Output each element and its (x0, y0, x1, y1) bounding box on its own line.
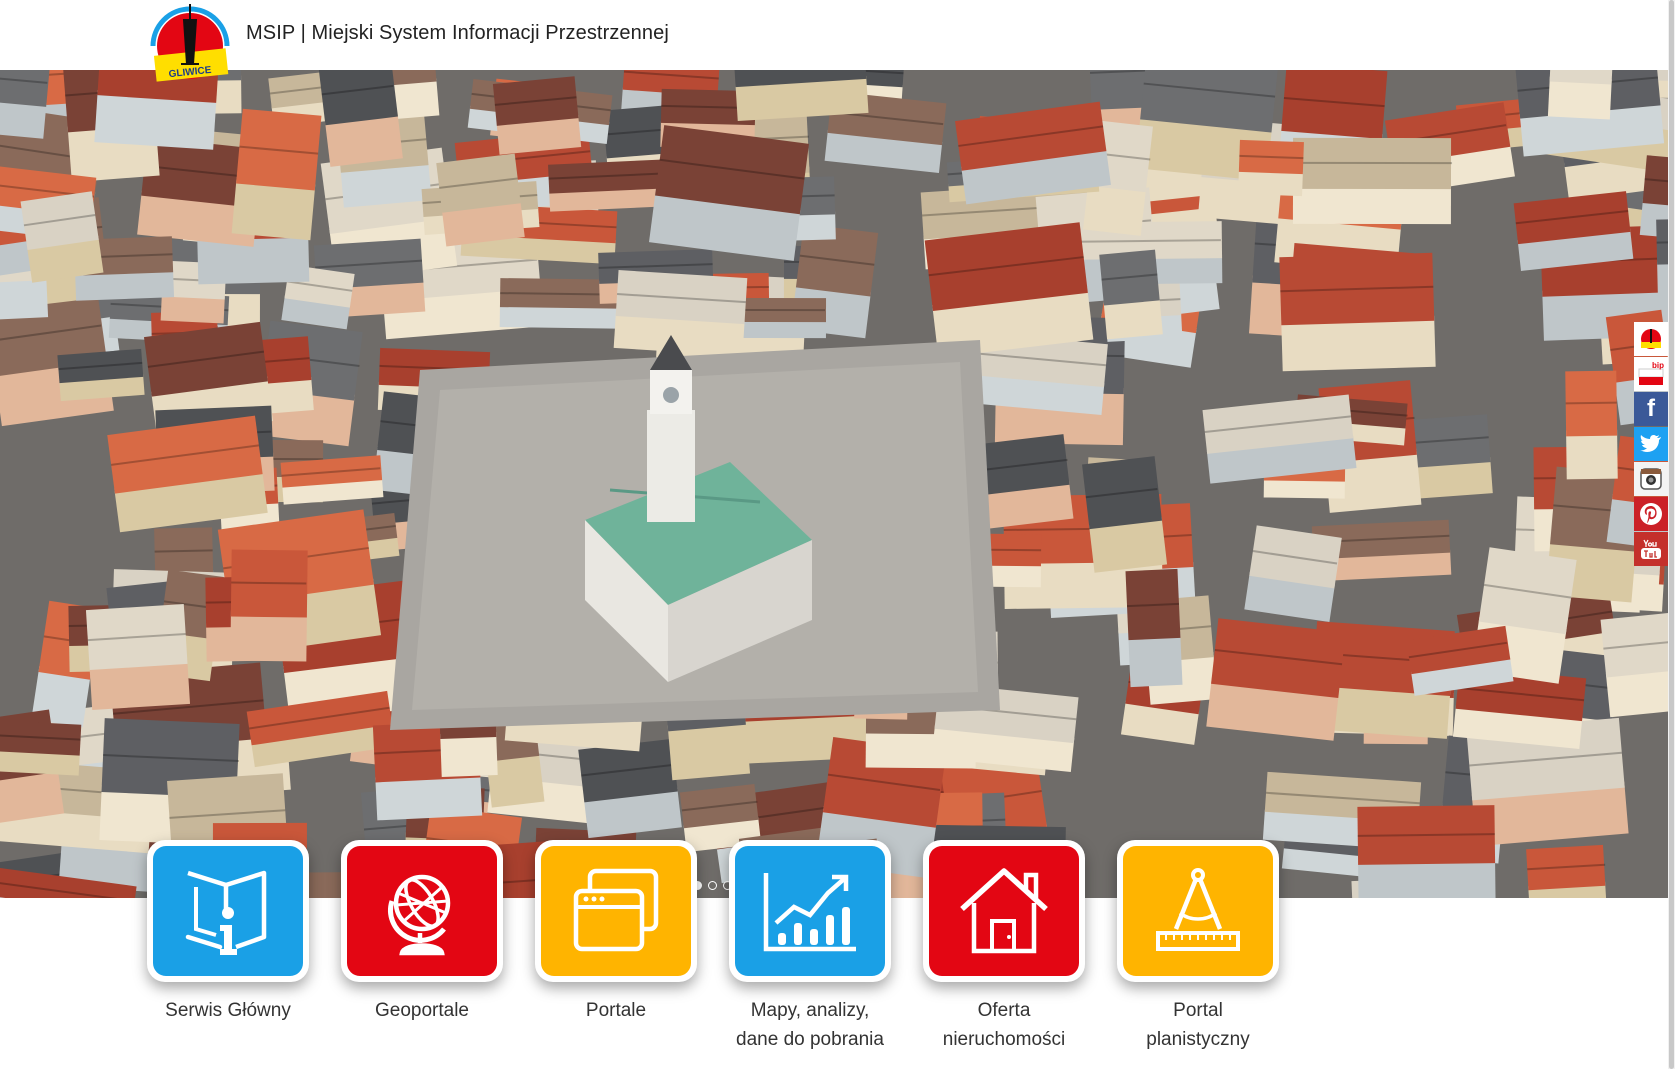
tile-portale-label[interactable]: Portale (535, 996, 697, 1025)
bip-icon: bip (1638, 361, 1664, 385)
info-book-icon (185, 870, 267, 955)
service-tiles: Serwis Główny Geoportale Portale Mapy, a… (147, 840, 1287, 1060)
page-scrollbar[interactable] (1668, 0, 1675, 1069)
social-bip[interactable]: bip (1634, 357, 1668, 391)
tile-mapy-analizy[interactable]: Mapy, analizy, dane do pobrania (729, 840, 891, 1054)
youtube-icon (1641, 539, 1661, 559)
hero-image (0, 70, 1668, 898)
chart-icon (763, 873, 856, 952)
tile-oferta-nieruchomosci[interactable]: Oferta nieruchomości (923, 840, 1085, 1054)
tile-serwis-glowny[interactable]: Serwis Główny (147, 840, 309, 1025)
social-facebook[interactable]: f (1634, 392, 1668, 426)
tile-portal-planistyczny[interactable]: Portal planistyczny (1117, 840, 1279, 1054)
site-title[interactable]: MSIP | Miejski System Informacji Przestr… (246, 22, 669, 45)
tile-oferta-nieruchomosci-box[interactable] (923, 840, 1085, 982)
tile-serwis-glowny-box[interactable] (147, 840, 309, 982)
svg-text:bip: bip (1652, 361, 1664, 370)
header: MSIP | Miejski System Informacji Przestr… (0, 0, 1675, 70)
tile-portal-planistyczny-label[interactable]: Portal (1117, 996, 1279, 1025)
tile-oferta-label[interactable]: Oferta (923, 996, 1085, 1025)
scrollbar-thumb[interactable] (1669, 0, 1674, 1069)
instagram-icon (1640, 468, 1662, 490)
social-twitter[interactable] (1634, 427, 1668, 461)
facebook-icon: f (1647, 395, 1655, 422)
social-instagram[interactable] (1634, 462, 1668, 496)
tile-serwis-glowny-label[interactable]: Serwis Główny (147, 996, 309, 1025)
windows-icon (573, 868, 659, 952)
tile-portale[interactable]: Portale (535, 840, 697, 1025)
social-gliwice[interactable] (1634, 322, 1668, 356)
twitter-icon (1640, 435, 1661, 452)
pinterest-icon (1640, 503, 1662, 525)
tile-geoportale-box[interactable] (341, 840, 503, 982)
hero-banner (0, 70, 1668, 898)
social-youtube[interactable] (1634, 532, 1668, 566)
tile-mapy-analizy-box[interactable] (729, 840, 891, 982)
tile-geoportale-label[interactable]: Geoportale (341, 996, 503, 1025)
social-bar: bip f (1634, 322, 1668, 567)
compass-ruler-icon (1156, 868, 1240, 951)
gliwice-logo-icon (1641, 329, 1661, 349)
tile-portale-box[interactable] (535, 840, 697, 982)
tile-mapy-analizy-label[interactable]: Mapy, analizy, (729, 996, 891, 1025)
social-pinterest[interactable] (1634, 497, 1668, 531)
gliwice-logo[interactable]: GLIWICE (147, 0, 233, 84)
globe-icon (388, 874, 451, 956)
tile-geoportale[interactable]: Geoportale (341, 840, 503, 1025)
tile-portal-planistyczny-box[interactable] (1117, 840, 1279, 982)
house-icon (960, 868, 1048, 954)
